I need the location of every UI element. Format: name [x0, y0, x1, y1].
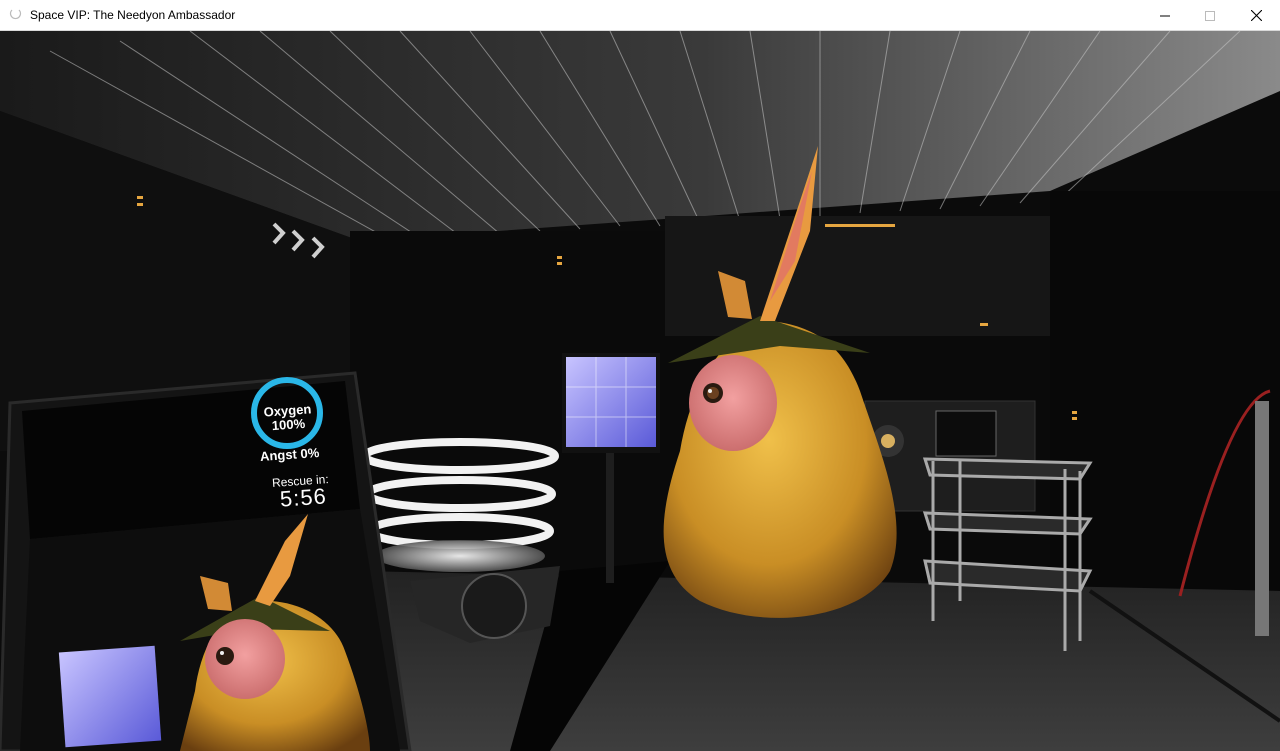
handheld-device: [0, 371, 412, 751]
game-window: Space VIP: The Needyon Ambassador Oxygen…: [0, 0, 1280, 751]
window-title: Space VIP: The Needyon Ambassador: [30, 8, 236, 22]
maximize-icon: [1205, 10, 1215, 21]
maximize-button[interactable]: [1187, 0, 1233, 31]
close-icon: [1250, 10, 1262, 21]
game-viewport[interactable]: Oxygen 100% Angst 0% Rescue in: 5:56: [0, 31, 1280, 751]
scene-render: [0, 31, 1280, 751]
close-button[interactable]: [1233, 0, 1279, 31]
rescue-timer: 5:56: [279, 483, 328, 512]
app-icon: [9, 9, 22, 20]
oxygen-gauge: Oxygen 100%: [251, 401, 325, 435]
title-bar[interactable]: Space VIP: The Needyon Ambassador: [0, 0, 1280, 31]
minimize-icon: [1160, 15, 1170, 16]
minimize-button[interactable]: [1142, 0, 1188, 31]
